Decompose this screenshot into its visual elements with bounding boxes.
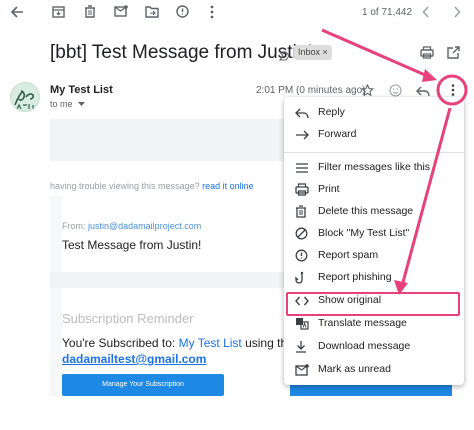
label-chip-inbox[interactable]: Inbox × [294, 45, 332, 60]
block-icon [295, 227, 309, 241]
from-email-link[interactable]: justin@dadamailproject.com [88, 221, 201, 231]
menu-item-block[interactable]: Block "My Test List" [284, 223, 464, 245]
chevron-right-icon[interactable] [453, 6, 461, 18]
recipient-dropdown-icon[interactable] [78, 99, 86, 109]
move-to-icon[interactable] [145, 5, 159, 18]
divider-band [50, 272, 286, 288]
subscription-heading: Subscription Reminder [62, 311, 194, 326]
menu-item-delete[interactable]: Delete this message [284, 201, 464, 223]
email-timestamp: 2:01 PM (0 minutes ago) [256, 85, 366, 96]
from-line: From: justin@dadamailproject.com [62, 221, 201, 231]
menu-item-label: Filter messages like this [318, 161, 431, 173]
trouble-viewing-text: having trouble viewing this message? rea… [50, 181, 254, 191]
menu-item-download[interactable]: Download message [284, 336, 464, 358]
menu-item-label: Translate message [318, 317, 407, 329]
message-title: Test Message from Justin! [62, 238, 202, 252]
menu-item-label: Block "My Test List" [318, 227, 410, 239]
menu-item-forward[interactable]: Forward [284, 124, 464, 146]
subscribed-line: You're Subscribed to: My Test List using… [62, 336, 294, 350]
download-icon [295, 340, 309, 354]
read-online-link[interactable]: read it online [202, 181, 254, 191]
menu-item-label: Reply [318, 106, 345, 118]
trouble-viewing-label: having trouble viewing this message? [50, 181, 200, 191]
menu-item-reply[interactable]: Reply [284, 102, 464, 124]
menu-item-label: Download message [318, 340, 411, 352]
pagination-count: 1 of 71,442 [362, 7, 413, 18]
report-spam-icon[interactable] [176, 5, 189, 18]
menu-item-filter[interactable]: Filter messages like this [284, 157, 464, 179]
subscribed-list-link[interactable]: My Test List [179, 336, 242, 350]
translate-icon [295, 317, 309, 331]
menu-item-report-phishing[interactable]: Report phishing [284, 267, 464, 289]
menu-item-label: Mark as unread [318, 363, 391, 375]
menu-item-label: Delete this message [318, 205, 414, 217]
email-subject: [bbt] Test Message from Justin! [50, 42, 313, 63]
spam-icon [295, 249, 309, 263]
trash-icon [295, 205, 309, 219]
secondary-button-partial[interactable] [290, 384, 452, 396]
trash-icon[interactable] [84, 5, 96, 18]
open-new-window-icon[interactable] [447, 46, 460, 64]
filter-icon [295, 161, 309, 175]
more-options-menu: Reply Forward Filter messages like this … [284, 97, 464, 385]
manage-subscription-button[interactable]: Manage Your Subscription [62, 374, 224, 396]
forward-icon [295, 128, 309, 142]
menu-item-label: Report phishing [318, 271, 392, 283]
menu-item-label: Forward [318, 128, 357, 140]
mark-unread-icon [295, 363, 309, 377]
menu-item-mark-unread[interactable]: Mark as unread [284, 359, 464, 381]
email-content-band-left [50, 196, 62, 396]
mark-unread-icon[interactable] [114, 5, 128, 18]
phishing-hook-icon [295, 271, 309, 285]
recipient-line[interactable]: to me [50, 99, 86, 109]
archive-icon[interactable] [52, 5, 65, 18]
show-original-highlight [286, 292, 460, 316]
subscriber-email-link[interactable]: dadamailtest@gmail.com [62, 352, 206, 366]
subscribed-prefix: You're Subscribed to: [62, 336, 176, 350]
back-arrow-icon[interactable] [10, 5, 24, 19]
menu-divider [284, 152, 464, 153]
label-chip-close[interactable]: × [323, 47, 328, 57]
reply-icon [295, 106, 309, 120]
from-label: From: [62, 221, 86, 231]
print-icon [295, 183, 309, 197]
menu-item-print[interactable]: Print [284, 179, 464, 201]
menu-item-label: Report spam [318, 249, 379, 261]
importance-marker-icon[interactable] [278, 48, 290, 66]
more-vert-icon[interactable] [209, 5, 215, 19]
print-all-icon[interactable] [420, 46, 434, 64]
recipient-label: to me [50, 99, 73, 109]
menu-item-translate[interactable]: Translate message [284, 313, 464, 335]
sender-name: My Test List [50, 84, 113, 96]
sender-avatar [10, 82, 40, 112]
menu-item-label: Print [318, 183, 340, 195]
chevron-left-icon[interactable] [422, 6, 430, 18]
menu-item-report-spam[interactable]: Report spam [284, 245, 464, 267]
label-chip-text: Inbox [298, 47, 321, 57]
